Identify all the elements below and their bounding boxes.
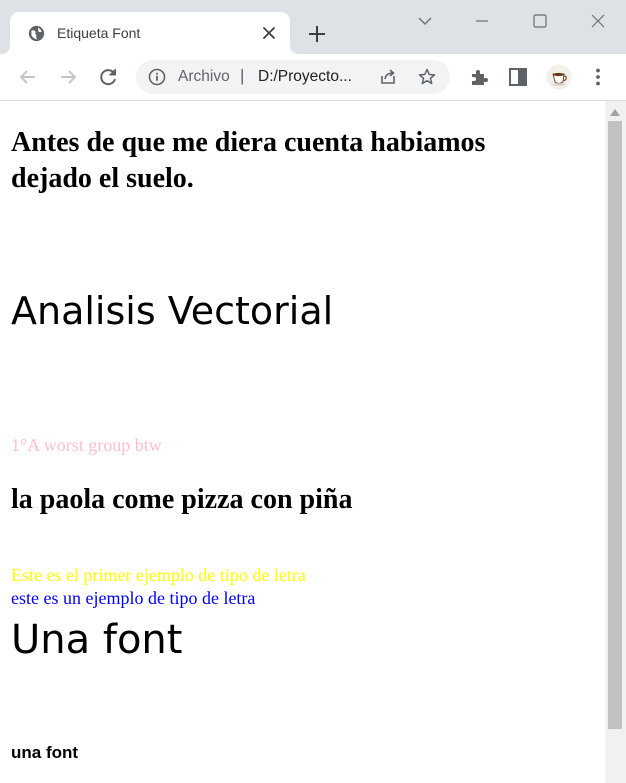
bookmark-star-icon[interactable] bbox=[417, 67, 437, 87]
tab-title: Etiqueta Font bbox=[57, 25, 141, 41]
page-heading: Antes de que me diera cuenta habiamos de… bbox=[11, 127, 486, 194]
forward-arrow-icon[interactable] bbox=[56, 65, 80, 89]
window-close-icon[interactable] bbox=[584, 8, 612, 34]
profile-avatar-icon[interactable] bbox=[546, 64, 572, 90]
pink-group-text: 1°A worst group btw bbox=[11, 435, 162, 455]
address-scheme-label: Archivo bbox=[178, 68, 230, 85]
info-icon[interactable] bbox=[148, 68, 166, 86]
extensions-puzzle-icon[interactable] bbox=[467, 65, 491, 89]
side-panel-icon[interactable] bbox=[506, 65, 530, 89]
address-url[interactable]: D:/Proyecto... bbox=[258, 68, 352, 86]
address-separator: | bbox=[240, 66, 245, 85]
close-icon[interactable] bbox=[259, 23, 279, 43]
globe-icon bbox=[28, 25, 45, 42]
scroll-up-arrow-icon[interactable] bbox=[610, 109, 620, 116]
page-viewport: Antes de que me diera cuenta habiamos de… bbox=[0, 101, 605, 783]
yellow-font-example-text: Este es el primer ejemplo de tipo de let… bbox=[11, 565, 306, 585]
menu-kebab-icon[interactable] bbox=[586, 65, 610, 89]
pizza-text: la paola come pizza con piña bbox=[11, 484, 353, 515]
browser-toolbar: Archivo | D:/Proyecto... bbox=[0, 54, 626, 101]
share-icon[interactable] bbox=[378, 67, 398, 87]
tab-strip: Etiqueta Font bbox=[0, 0, 626, 54]
una-font-large-text: Una font bbox=[11, 617, 183, 663]
tab-etiqueta-font[interactable]: Etiqueta Font bbox=[10, 12, 290, 54]
maximize-icon[interactable] bbox=[526, 8, 554, 34]
vertical-scrollbar[interactable] bbox=[605, 101, 626, 783]
blue-font-example-text: este es un ejemplo de tipo de letra bbox=[11, 588, 256, 608]
analisis-vectorial-text: Analisis Vectorial bbox=[11, 289, 334, 333]
new-tab-plus-icon[interactable] bbox=[305, 22, 329, 46]
address-bar[interactable]: Archivo | D:/Proyecto... bbox=[136, 60, 450, 94]
chevron-down-icon[interactable] bbox=[411, 8, 439, 34]
browser-window: Etiqueta Font Archivo | D:/Proyecto... A… bbox=[0, 0, 626, 783]
una-font-small-text: una font bbox=[11, 743, 79, 762]
minimize-icon[interactable] bbox=[468, 8, 496, 34]
scrollbar-thumb[interactable] bbox=[608, 121, 622, 729]
back-arrow-icon[interactable] bbox=[16, 65, 40, 89]
reload-icon[interactable] bbox=[96, 65, 120, 89]
